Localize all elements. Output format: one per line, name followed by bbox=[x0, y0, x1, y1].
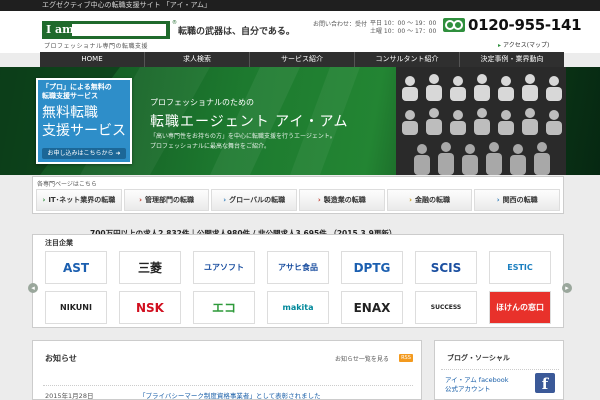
company-logo[interactable]: makita bbox=[267, 291, 329, 324]
hero-subtitle: プロフェッショナルのための bbox=[150, 98, 254, 107]
arrow-right-icon: ➜ bbox=[115, 150, 121, 157]
company-logo-text: ユアソフト bbox=[204, 263, 244, 272]
chevron-right-icon: › bbox=[409, 196, 412, 204]
header: I am ® プロフェッショナル専門の転職支援 転職の武器は、自分である。 お問… bbox=[0, 11, 600, 53]
news-title: お知らせ bbox=[45, 354, 77, 363]
contact-label: お問い合わせ：受付 bbox=[313, 21, 368, 28]
divider bbox=[43, 385, 413, 386]
nav-consultants[interactable]: コンサルタント紹介 bbox=[355, 52, 460, 67]
specialty-tab[interactable]: › 製造業の転職 bbox=[299, 189, 385, 211]
nav-job-search[interactable]: 求人検索 bbox=[145, 52, 250, 67]
company-logo-text: SUCCESS bbox=[430, 304, 462, 311]
news-item-link[interactable]: 「プライバシーマーク制度資格事業者」として表彰されました bbox=[139, 390, 321, 400]
facebook-icon[interactable]: f bbox=[535, 373, 555, 393]
company-logo-text: ほけんの窓口 bbox=[496, 303, 544, 312]
company-logo[interactable]: SUCCESS bbox=[415, 291, 477, 324]
featured-companies: 注目企業 AST 三菱 ユアソフト アサヒ食品 DPTG SCIS ESTIC NIKUNI N… bbox=[32, 234, 564, 328]
company-logo-text: DPTG bbox=[353, 260, 391, 275]
company-logo[interactable]: DPTG bbox=[341, 251, 403, 284]
specialty-label: 各専門ページはこちら bbox=[37, 181, 97, 188]
phone-number[interactable]: 0120-955-141 bbox=[468, 16, 582, 34]
company-logo[interactable]: AST bbox=[45, 251, 107, 284]
main-nav: HOME 求人検索 サービス紹介 コンサルタント紹介 決定事例・業界動向 bbox=[40, 52, 564, 67]
specialty-tab-label: 関西の転職 bbox=[502, 196, 538, 204]
company-logo[interactable]: ほけんの窓口 bbox=[489, 291, 551, 324]
company-logo[interactable]: NSK bbox=[119, 291, 181, 324]
divider bbox=[441, 369, 559, 370]
tagline: 転職の武器は、自分である。 bbox=[178, 27, 295, 37]
news-date: 2015年1月28日 bbox=[45, 392, 94, 400]
registered-mark: ® bbox=[172, 20, 177, 26]
specialty-tab[interactable]: › グローバルの転職 bbox=[211, 189, 298, 211]
facebook-link-sub[interactable]: 公式アカウント bbox=[445, 383, 491, 393]
freedial-icon bbox=[443, 18, 465, 32]
company-logo[interactable]: ユアソフト bbox=[193, 251, 255, 284]
company-logo-text: アサヒ食品 bbox=[278, 263, 318, 272]
specialty-tab[interactable]: › IT･ネット業界の転職 bbox=[36, 189, 122, 211]
promo-line-2: 転職支援サービス bbox=[42, 92, 98, 100]
company-logo-text: ESTIC bbox=[507, 263, 533, 272]
apply-button[interactable]: お申し込みはこちらから ➜ bbox=[42, 148, 126, 159]
company-logo-text: 三菱 bbox=[137, 261, 162, 275]
hours-saturday: 土曜 10：00 〜 17：00 bbox=[370, 28, 437, 35]
nav-home[interactable]: HOME bbox=[40, 52, 145, 67]
social-section: ブログ・ソーシャル アイ・アム facebook 公式アカウント f bbox=[434, 340, 564, 400]
specialty-pages: 各専門ページはこちら › IT･ネット業界の転職 › 管理部門の転職 › グローバルの転職… bbox=[32, 176, 564, 214]
company-logo-text: AST bbox=[62, 260, 90, 275]
company-logo[interactable]: アサヒ食品 bbox=[267, 251, 329, 284]
specialty-tabs: › IT･ネット業界の転職 › 管理部門の転職 › グローバルの転職 › 製造業の転職 › 金融の… bbox=[35, 189, 561, 211]
company-logo-text: ENAX bbox=[353, 300, 391, 315]
specialty-tab-label: IT･ネット業界の転職 bbox=[48, 196, 116, 204]
promo-heading-2: 支援サービス bbox=[42, 123, 126, 139]
specialty-tab-label: 管理部門の転職 bbox=[144, 196, 194, 204]
company-logo-text: エコ bbox=[211, 301, 236, 315]
company-logo[interactable]: ENAX bbox=[341, 291, 403, 324]
carousel-next-icon[interactable]: ▸ bbox=[562, 283, 572, 293]
logo-subtitle: プロフェッショナル専門の転職支援 bbox=[44, 43, 149, 50]
rss-icon[interactable]: RSS bbox=[399, 354, 413, 362]
chevron-right-icon: › bbox=[317, 196, 321, 204]
promo-heading: 無料転職 bbox=[42, 105, 98, 121]
company-logo-text: makita bbox=[282, 303, 314, 312]
hero-description-2: プロフェッショナルに最高な舞台をご紹介。 bbox=[150, 143, 271, 150]
logo-box bbox=[72, 24, 166, 36]
company-logo-text: NIKUNI bbox=[60, 303, 92, 312]
promo-intro: 「プロ」による無料の 転職支援サービス bbox=[42, 83, 128, 101]
specialty-tab[interactable]: › 管理部門の転職 bbox=[123, 189, 210, 211]
carousel-prev-icon[interactable]: ◂ bbox=[28, 283, 38, 293]
hero-description: 「高い専門性をお持ちの方」を中心に転職支援を行うエージェント。 bbox=[150, 133, 336, 140]
company-logo-text: SCIS bbox=[430, 260, 462, 275]
specialty-tab[interactable]: › 関西の転職 bbox=[474, 189, 561, 211]
company-logo[interactable]: SCIS bbox=[415, 251, 477, 284]
company-logo[interactable]: ESTIC bbox=[489, 251, 551, 284]
social-title: ブログ・ソーシャル bbox=[447, 354, 510, 362]
chevron-right-icon: › bbox=[42, 196, 46, 204]
company-logo-text: NSK bbox=[136, 300, 164, 315]
specialty-tab[interactable]: › 金融の転職 bbox=[386, 189, 473, 211]
chevron-right-icon: › bbox=[223, 196, 227, 204]
company-logo[interactable]: エコ bbox=[193, 291, 255, 324]
top-bar: エグゼクティブ中心の転職支援サイト 「アイ・アム」 bbox=[0, 0, 600, 11]
specialty-tab-label: グローバルの転職 bbox=[229, 196, 286, 204]
specialty-tab-label: 製造業の転職 bbox=[323, 196, 366, 204]
access-map-link[interactable]: アクセス(マップ) bbox=[498, 40, 549, 49]
nav-services[interactable]: サービス紹介 bbox=[250, 52, 355, 67]
logo-text: I am bbox=[46, 23, 74, 36]
companies-label: 注目企業 bbox=[45, 239, 73, 247]
site-description: エグゼクティブ中心の転職支援サイト 「アイ・アム」 bbox=[42, 1, 211, 9]
news-more-link[interactable]: お知らせ一覧を見る bbox=[335, 354, 389, 363]
nav-case-studies[interactable]: 決定事例・業界動向 bbox=[460, 52, 564, 67]
apply-button-label: お申し込みはこちらから bbox=[47, 150, 114, 157]
company-logo[interactable]: 三菱 bbox=[119, 251, 181, 284]
promo-line-1: 「プロ」による無料の bbox=[42, 83, 112, 91]
free-service-promo[interactable]: 「プロ」による無料の 転職支援サービス 無料転職 支援サービス お申し込みはこち… bbox=[36, 78, 132, 164]
consultants-photo bbox=[396, 67, 566, 175]
company-logo[interactable]: NIKUNI bbox=[45, 291, 107, 324]
specialty-tab-label: 金融の転職 bbox=[414, 196, 450, 204]
chevron-right-icon: › bbox=[496, 196, 500, 204]
chevron-right-icon: › bbox=[139, 196, 142, 204]
site-logo[interactable]: I am bbox=[42, 21, 170, 39]
hero-title: 転職エージェント アイ・アム bbox=[150, 114, 349, 130]
news-section: お知らせ お知らせ一覧を見る RSS 2015年1月28日 「プライバシーマーク… bbox=[32, 340, 422, 400]
